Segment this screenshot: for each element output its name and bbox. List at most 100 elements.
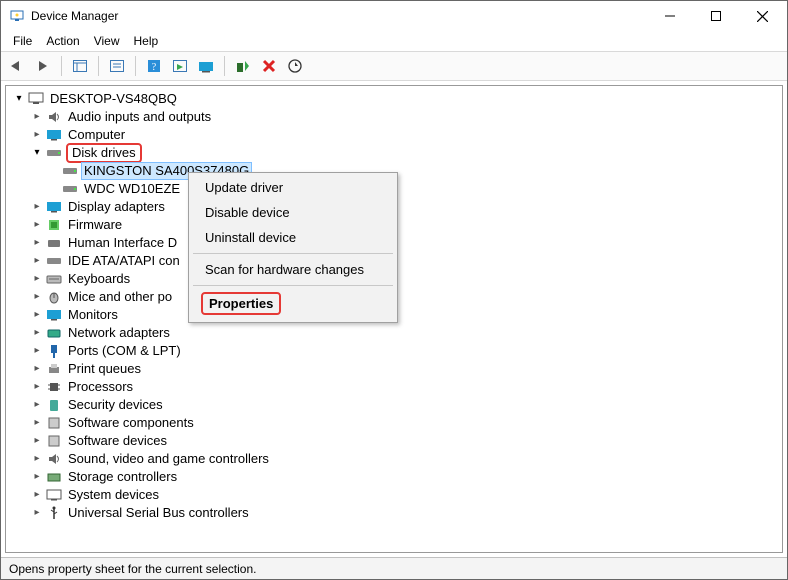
storage-icon: [46, 469, 62, 485]
properties-button[interactable]: [105, 54, 129, 78]
menu-file[interactable]: File: [7, 33, 38, 49]
toolbar-separator: [224, 56, 225, 76]
separator: [193, 253, 393, 254]
keyboard-icon: [46, 271, 62, 287]
expand-icon[interactable]: ▸: [30, 236, 44, 250]
expand-icon[interactable]: ▾: [12, 92, 26, 106]
disk-icon: [62, 163, 78, 179]
node-label: Ports (COM & LPT): [66, 343, 183, 359]
root-node[interactable]: ▾ DESKTOP-VS48QBQ: [8, 90, 780, 108]
help-button[interactable]: ?: [142, 54, 166, 78]
node-label: WDC WD10EZE: [82, 181, 182, 197]
expand-icon[interactable]: ▸: [30, 398, 44, 412]
device-tree-pane: ▾ DESKTOP-VS48QBQ ▸ Audio inputs and out…: [5, 85, 783, 553]
category-usb[interactable]: ▸ Universal Serial Bus controllers: [8, 504, 780, 522]
show-hide-tree-button[interactable]: [68, 54, 92, 78]
software-icon: [46, 433, 62, 449]
node-label: DESKTOP-VS48QBQ: [48, 91, 179, 107]
category-audio[interactable]: ▸ Audio inputs and outputs: [8, 108, 780, 126]
expand-icon[interactable]: ▸: [30, 200, 44, 214]
svg-text:?: ?: [152, 62, 157, 73]
cm-uninstall-device[interactable]: Uninstall device: [191, 225, 395, 250]
expand-icon[interactable]: ▸: [30, 326, 44, 340]
expand-icon[interactable]: ▸: [30, 272, 44, 286]
expand-icon[interactable]: ▸: [30, 362, 44, 376]
node-label: IDE ATA/ATAPI con: [66, 253, 182, 269]
category-processors[interactable]: ▸ Processors: [8, 378, 780, 396]
scan-button[interactable]: [168, 54, 192, 78]
node-label: Disk drives: [70, 145, 138, 160]
context-menu: Update driver Disable device Uninstall d…: [188, 172, 398, 323]
cm-scan-hardware[interactable]: Scan for hardware changes: [191, 257, 395, 282]
uninstall-device-button[interactable]: [257, 54, 281, 78]
security-icon: [46, 397, 62, 413]
category-computer[interactable]: ▸ Computer: [8, 126, 780, 144]
menu-help[interactable]: Help: [128, 33, 165, 49]
expand-icon[interactable]: ▸: [30, 416, 44, 430]
expand-icon[interactable]: ▸: [30, 506, 44, 520]
category-network[interactable]: ▸ Network adapters: [8, 324, 780, 342]
scan-hardware-button[interactable]: [283, 54, 307, 78]
toolbar: ?: [1, 51, 787, 81]
system-icon: [46, 487, 62, 503]
node-label: Firmware: [66, 217, 124, 233]
node-label: Audio inputs and outputs: [66, 109, 213, 125]
window-title: Device Manager: [31, 9, 647, 23]
processor-icon: [46, 379, 62, 395]
menu-view[interactable]: View: [88, 33, 126, 49]
expand-icon[interactable]: ▸: [30, 254, 44, 268]
cm-disable-device[interactable]: Disable device: [191, 200, 395, 225]
node-label: Processors: [66, 379, 135, 395]
highlight-properties: Properties: [201, 292, 281, 315]
audio-icon: [46, 451, 62, 467]
cm-properties-row[interactable]: Properties: [191, 289, 395, 320]
ide-icon: [46, 253, 62, 269]
software-icon: [46, 415, 62, 431]
update-driver-button[interactable]: [194, 54, 218, 78]
expand-icon[interactable]: ▸: [30, 434, 44, 448]
category-storage[interactable]: ▸ Storage controllers: [8, 468, 780, 486]
close-button[interactable]: [739, 1, 785, 31]
window-controls: [647, 1, 785, 31]
expand-icon[interactable]: ▸: [30, 308, 44, 322]
audio-icon: [46, 109, 62, 125]
node-label: Security devices: [66, 397, 165, 413]
computer-root-icon: [28, 91, 44, 107]
category-software-components[interactable]: ▸ Software components: [8, 414, 780, 432]
category-security[interactable]: ▸ Security devices: [8, 396, 780, 414]
category-system[interactable]: ▸ System devices: [8, 486, 780, 504]
expand-icon[interactable]: ▸: [30, 218, 44, 232]
category-ports[interactable]: ▸ Ports (COM & LPT): [8, 342, 780, 360]
disk-icon: [46, 145, 62, 161]
expand-icon[interactable]: ▸: [30, 488, 44, 502]
expand-icon[interactable]: ▸: [30, 470, 44, 484]
category-print-queues[interactable]: ▸ Print queues: [8, 360, 780, 378]
maximize-button[interactable]: [693, 1, 739, 31]
menubar: File Action View Help: [1, 31, 787, 51]
menu-action[interactable]: Action: [40, 33, 85, 49]
expand-icon[interactable]: ▸: [30, 452, 44, 466]
titlebar: Device Manager: [1, 1, 787, 31]
expand-icon[interactable]: ▸: [30, 110, 44, 124]
cm-update-driver[interactable]: Update driver: [191, 175, 395, 200]
expand-icon[interactable]: ▸: [30, 344, 44, 358]
expand-icon[interactable]: ▸: [30, 290, 44, 304]
expand-icon[interactable]: ▸: [30, 380, 44, 394]
forward-button[interactable]: [31, 54, 55, 78]
node-label: Software components: [66, 415, 196, 431]
enable-device-button[interactable]: [231, 54, 255, 78]
back-button[interactable]: [5, 54, 29, 78]
expand-icon[interactable]: ▸: [30, 128, 44, 142]
minimize-button[interactable]: [647, 1, 693, 31]
category-disk-drives[interactable]: ▾ Disk drives: [8, 144, 780, 162]
highlight-disk-drives: Disk drives: [66, 143, 142, 163]
expand-icon[interactable]: ▾: [30, 146, 44, 160]
app-icon: [9, 8, 25, 24]
printer-icon: [46, 361, 62, 377]
display-icon: [46, 199, 62, 215]
cm-properties-label: Properties: [209, 296, 273, 311]
category-sound[interactable]: ▸ Sound, video and game controllers: [8, 450, 780, 468]
toolbar-separator: [135, 56, 136, 76]
category-software-devices[interactable]: ▸ Software devices: [8, 432, 780, 450]
computer-icon: [46, 127, 62, 143]
